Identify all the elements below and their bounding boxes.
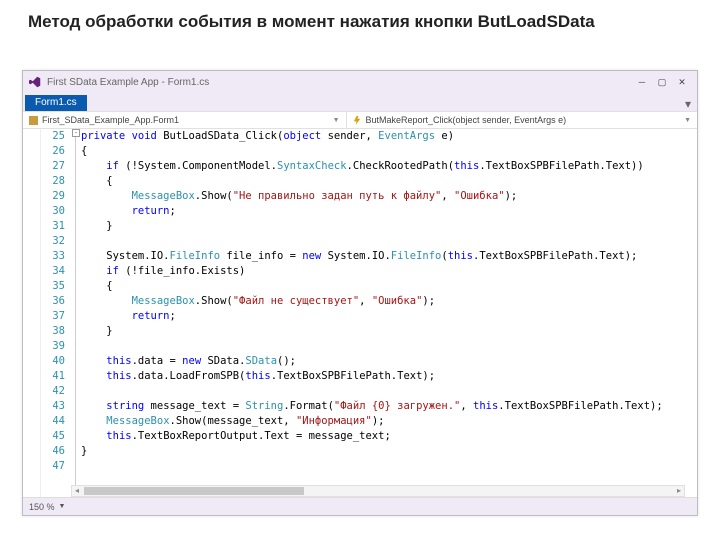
tab-add[interactable]: ▾ [679, 97, 697, 111]
line-number: 35 [41, 279, 65, 294]
scroll-left-arrow[interactable]: ◂ [72, 486, 82, 496]
slide-title: Метод обработки события в момент нажатия… [0, 0, 720, 40]
nav-class-label: First_SData_Example_App.Form1 [42, 115, 179, 125]
code-line[interactable] [81, 459, 697, 474]
line-number: 40 [41, 354, 65, 369]
code-line[interactable]: System.IO.FileInfo file_info = new Syste… [81, 249, 697, 264]
tab-form1[interactable]: Form1.cs [25, 95, 87, 111]
code-line[interactable]: this.TextBoxReportOutput.Text = message_… [81, 429, 697, 444]
zoom-level[interactable]: 150 % [29, 502, 55, 512]
line-number: 32 [41, 234, 65, 249]
line-number: 43 [41, 399, 65, 414]
code-line[interactable]: } [81, 324, 697, 339]
code-line[interactable]: MessageBox.Show("Не правильно задан путь… [81, 189, 697, 204]
line-number: 36 [41, 294, 65, 309]
code-line[interactable]: MessageBox.Show("Файл не существует", "О… [81, 294, 697, 309]
line-number: 30 [41, 204, 65, 219]
line-number: 38 [41, 324, 65, 339]
line-number: 39 [41, 339, 65, 354]
chevron-down-icon: ▼ [333, 117, 340, 124]
code-line[interactable] [81, 384, 697, 399]
line-number: 42 [41, 384, 65, 399]
code-editor[interactable]: 2526272829303132333435363738394041424344… [23, 129, 697, 497]
line-number: 45 [41, 429, 65, 444]
maximize-button[interactable]: ▢ [653, 75, 671, 89]
code-line[interactable] [81, 339, 697, 354]
nav-member-label: ButMakeReport_Click(object sender, Event… [366, 115, 567, 125]
window-title: First SData Example App - Form1.cs [47, 77, 209, 88]
code-line[interactable]: } [81, 219, 697, 234]
titlebar[interactable]: First SData Example App - Form1.cs ─ ▢ ✕ [23, 71, 697, 93]
code-area[interactable]: private void ButLoadSData_Click(object s… [81, 129, 697, 497]
code-line[interactable]: } [81, 444, 697, 459]
line-number: 47 [41, 459, 65, 474]
visual-studio-icon [29, 76, 41, 88]
class-icon [29, 116, 38, 125]
code-line[interactable]: if (!file_info.Exists) [81, 264, 697, 279]
tab-strip: Form1.cs ▾ [23, 93, 697, 111]
horizontal-scrollbar[interactable]: ◂ ▸ [71, 485, 685, 497]
code-line[interactable]: this.data.LoadFromSPB(this.TextBoxSPBFil… [81, 369, 697, 384]
line-number: 31 [41, 219, 65, 234]
scroll-right-arrow[interactable]: ▸ [674, 486, 684, 496]
code-line[interactable]: MessageBox.Show(message_text, "Информаци… [81, 414, 697, 429]
minimize-button[interactable]: ─ [633, 75, 651, 89]
status-bar: 150 % ▼ [23, 497, 697, 515]
nav-class-dropdown[interactable]: First_SData_Example_App.Form1 ▼ [23, 112, 347, 128]
code-line[interactable]: { [81, 279, 697, 294]
ide-window: First SData Example App - Form1.cs ─ ▢ ✕… [22, 70, 698, 516]
code-line[interactable]: return; [81, 309, 697, 324]
chevron-down-icon: ▼ [684, 117, 691, 124]
code-line[interactable]: { [81, 144, 697, 159]
outline-line [75, 137, 76, 497]
code-line[interactable]: { [81, 174, 697, 189]
line-number-gutter: 2526272829303132333435363738394041424344… [41, 129, 71, 497]
line-number: 27 [41, 159, 65, 174]
line-number: 37 [41, 309, 65, 324]
line-number: 29 [41, 189, 65, 204]
line-number: 34 [41, 264, 65, 279]
code-line[interactable] [81, 234, 697, 249]
code-line[interactable]: this.data = new SData.SData(); [81, 354, 697, 369]
chevron-down-icon[interactable]: ▼ [59, 503, 66, 510]
scroll-thumb[interactable] [84, 487, 304, 495]
line-number: 33 [41, 249, 65, 264]
line-number: 41 [41, 369, 65, 384]
navigation-bar: First_SData_Example_App.Form1 ▼ ButMakeR… [23, 111, 697, 129]
outlining-margin[interactable]: - [71, 129, 81, 497]
code-line[interactable]: private void ButLoadSData_Click(object s… [81, 129, 697, 144]
line-number: 25 [41, 129, 65, 144]
line-number: 44 [41, 414, 65, 429]
nav-member-dropdown[interactable]: ButMakeReport_Click(object sender, Event… [347, 112, 697, 128]
code-line[interactable]: string message_text = String.Format("Фай… [81, 399, 697, 414]
method-icon [353, 116, 362, 125]
line-number: 28 [41, 174, 65, 189]
line-number: 26 [41, 144, 65, 159]
code-line[interactable]: if (!System.ComponentModel.SyntaxCheck.C… [81, 159, 697, 174]
close-button[interactable]: ✕ [673, 75, 691, 89]
line-number: 46 [41, 444, 65, 459]
code-line[interactable]: return; [81, 204, 697, 219]
collapse-toggle[interactable]: - [72, 129, 80, 137]
indicator-margin [23, 129, 41, 497]
